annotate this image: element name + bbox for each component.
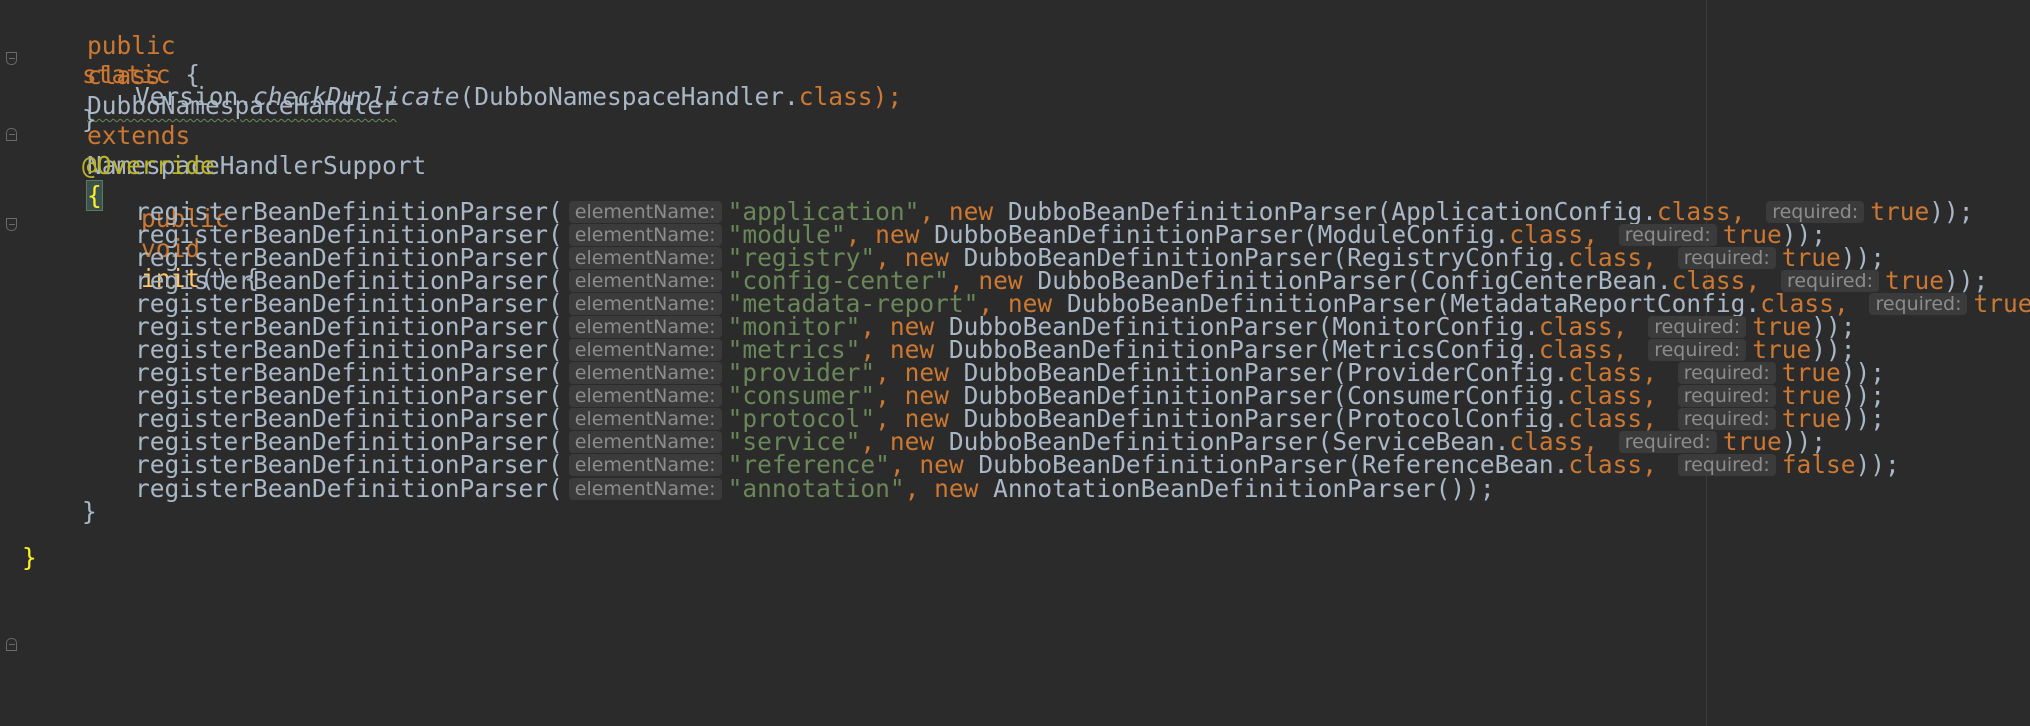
class-close-brace: } (22, 543, 37, 572)
keyword-class-ref: class (798, 82, 873, 111)
code-line-register-annotation: registerBeanDefinitionParser(elementName… (135, 474, 1495, 504)
annotation-parser-ctor: AnnotationBeanDefinitionParser()); (993, 474, 1495, 503)
check-duplicate-args: (DubboNamespaceHandler. (459, 82, 799, 111)
fold-toggle-init-end-icon[interactable] (6, 638, 17, 651)
comma: , (1642, 450, 1657, 479)
call-end: )); (1840, 404, 1886, 433)
fold-toggle-init-icon[interactable] (6, 218, 17, 231)
required-value: false (1781, 450, 1856, 479)
param-hint-required: required: (1869, 293, 1968, 315)
code-line-init-close: } (82, 497, 97, 527)
fold-toggle-static-icon[interactable] (6, 52, 17, 65)
code-line-static-close: } (82, 105, 97, 135)
call-end: )); (1929, 197, 1974, 226)
check-duplicate-method: checkDuplicate (253, 82, 460, 111)
comma: , (904, 474, 920, 503)
keyword-class-ref: class (1568, 450, 1643, 479)
element-name-string: "annotation" (727, 474, 905, 503)
statement-end: ); (872, 82, 903, 111)
register-call: registerBeanDefinitionParser( (135, 474, 563, 503)
fold-toggle-static-end-icon[interactable] (6, 128, 17, 141)
editor-gutter (0, 0, 22, 726)
required-value: true (1870, 197, 1930, 226)
keyword-public: public (87, 31, 176, 60)
required-value: true (1973, 289, 2030, 318)
param-hint-required: required: (1677, 454, 1776, 476)
call-end: )); (1855, 450, 1900, 479)
static-close-brace: } (82, 105, 97, 134)
param-hint-element-name: elementName: (568, 454, 722, 476)
code-line-check-duplicate: Version.checkDuplicate(DubboNamespaceHan… (135, 82, 902, 112)
code-line-class-decl: public class DubboNamespaceHandler exten… (28, 1, 426, 211)
init-close-brace: } (82, 497, 97, 526)
code-line-class-close: } (22, 543, 37, 573)
keyword-new: new (934, 474, 979, 503)
version-ref: Version. (135, 82, 254, 111)
param-hint-element-name: elementName: (568, 478, 722, 500)
keyword-extends: extends (87, 121, 191, 150)
